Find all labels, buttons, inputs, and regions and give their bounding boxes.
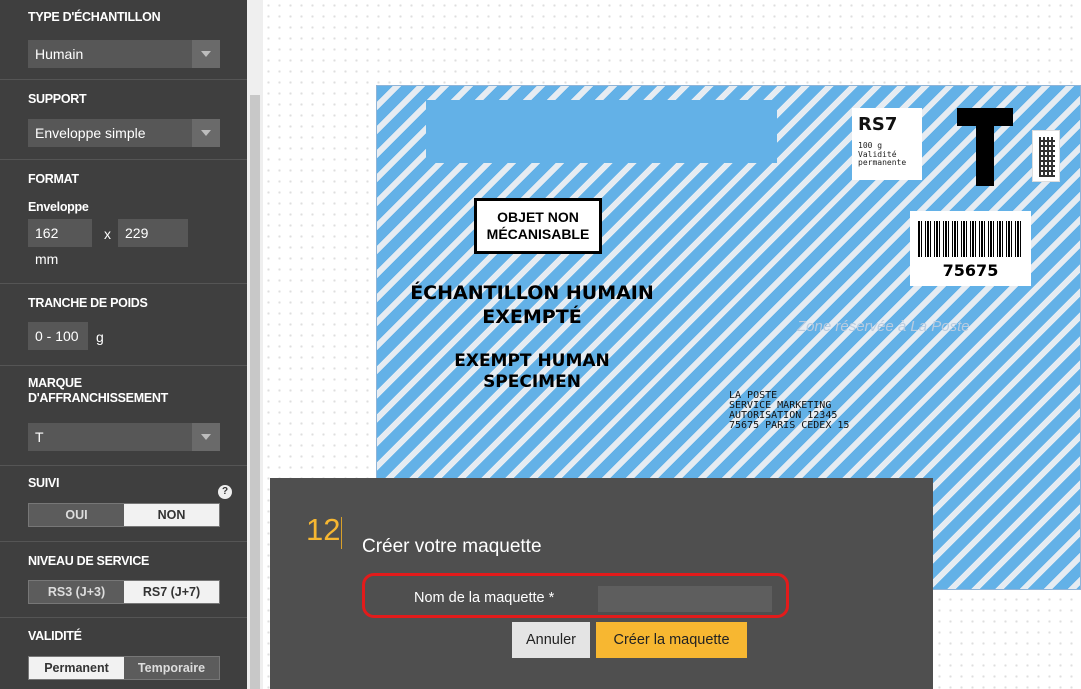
datamatrix-code xyxy=(1032,130,1060,182)
franking-value: T xyxy=(35,429,44,445)
tracking-option-oui[interactable]: OUI xyxy=(29,504,124,526)
validity-toggle: Permanent Temporaire xyxy=(28,656,220,680)
sample-type-section: TYPE D'ÉCHANTILLON Humain xyxy=(0,0,247,80)
format-title: FORMAT xyxy=(28,172,79,186)
recipient-address: LA POSTE SERVICE MARKETING AUTORISATION … xyxy=(729,390,850,431)
cancel-button[interactable]: Annuler xyxy=(512,622,590,658)
mockup-name-label: Nom de la maquette * xyxy=(414,590,555,606)
service-section: NIVEAU DE SERVICE RS3 (J+3) RS7 (J+7) xyxy=(0,542,247,618)
validity-title: VALIDITÉ xyxy=(28,629,82,643)
reserved-zone-text: Zone réservée à La Poste xyxy=(797,318,970,335)
service-toggle: RS3 (J+3) RS7 (J+7) xyxy=(28,580,220,604)
french-specimen-label: ÉCHANTILLON HUMAIN EXEMPTÉ xyxy=(387,281,677,329)
weight-title: TRANCHE DE POIDS xyxy=(28,296,148,310)
validity-section: VALIDITÉ Permanent Temporaire xyxy=(0,618,247,689)
chevron-down-icon xyxy=(192,423,220,451)
validity-option-temporaire[interactable]: Temporaire xyxy=(124,657,219,679)
t-franking-mark xyxy=(957,108,1013,186)
franking-select[interactable]: T xyxy=(28,423,220,451)
create-mockup-button[interactable]: Créer la maquette xyxy=(596,622,747,658)
tracking-title: SUIVI xyxy=(28,476,60,490)
help-icon[interactable]: ? xyxy=(218,485,232,499)
sample-type-value: Humain xyxy=(35,46,84,62)
objet-non-mecanisable-box: OBJET NON MÉCANISABLE xyxy=(474,198,602,254)
french-line2: EXEMPTÉ xyxy=(482,306,582,328)
step-number: 12 xyxy=(306,512,344,549)
service-option-rs3[interactable]: RS3 (J+3) xyxy=(29,581,124,603)
english-specimen-label: EXEMPT HUMAN SPECIMEN xyxy=(387,351,677,393)
sidebar: TYPE D'ÉCHANTILLON Humain SUPPORT Envelo… xyxy=(0,0,247,689)
format-section: FORMAT Enveloppe 162 x 229 mm xyxy=(0,160,247,284)
format-separator: x xyxy=(104,226,111,242)
tracking-option-non[interactable]: NON xyxy=(124,504,219,526)
weight-input[interactable]: 0 - 100 xyxy=(28,322,88,350)
support-select[interactable]: Enveloppe simple xyxy=(28,119,220,147)
rs7-details: 100 g Validité permanente xyxy=(858,141,907,167)
validity-option-permanent[interactable]: Permanent xyxy=(29,657,124,679)
datamatrix-pattern xyxy=(1039,137,1055,177)
format-width-input[interactable]: 162 xyxy=(28,219,92,247)
sample-type-title: TYPE D'ÉCHANTILLON xyxy=(28,10,161,24)
english-line2: SPECIMEN xyxy=(483,372,581,392)
sidebar-scrollbar[interactable] xyxy=(247,0,263,689)
chevron-down-icon xyxy=(192,40,220,68)
sample-type-select[interactable]: Humain xyxy=(28,40,220,68)
service-option-rs7[interactable]: RS7 (J+7) xyxy=(124,581,219,603)
support-section: SUPPORT Enveloppe simple xyxy=(0,80,247,160)
chevron-down-icon xyxy=(192,119,220,147)
scrollbar-thumb[interactable] xyxy=(250,95,260,689)
format-subtitle: Enveloppe xyxy=(28,200,89,214)
barcode: 75675 xyxy=(910,211,1031,286)
objet-line2: MÉCANISABLE xyxy=(486,226,590,242)
support-value: Enveloppe simple xyxy=(35,125,146,141)
tracking-section: SUIVI ? OUI NON xyxy=(0,466,247,542)
t-mark-stem xyxy=(976,108,994,186)
dialog-title: Créer votre maquette xyxy=(362,536,542,557)
create-mockup-dialog: 12 Créer votre maquette Nom de la maquet… xyxy=(270,478,933,689)
barcode-bars xyxy=(918,221,1023,257)
address-window xyxy=(426,100,777,163)
weight-section: TRANCHE DE POIDS 0 - 100 g xyxy=(0,284,247,366)
barcode-number: 75675 xyxy=(942,261,999,280)
french-line1: ÉCHANTILLON HUMAIN xyxy=(410,282,654,304)
franking-section: MARQUE D'AFFRANCHISSEMENT T xyxy=(0,366,247,466)
rs7-indicia: RS7 100 g Validité permanente xyxy=(852,108,922,180)
tracking-toggle: OUI NON xyxy=(28,503,220,527)
objet-line1: OBJET NON xyxy=(497,209,579,225)
rs7-label: RS7 xyxy=(858,114,898,135)
english-line1: EXEMPT HUMAN xyxy=(454,351,610,371)
franking-title: MARQUE D'AFFRANCHISSEMENT xyxy=(28,376,168,405)
support-title: SUPPORT xyxy=(28,92,87,106)
format-height-input[interactable]: 229 xyxy=(118,219,188,247)
mockup-name-input[interactable] xyxy=(598,586,772,612)
weight-unit: g xyxy=(96,329,104,345)
service-title: NIVEAU DE SERVICE xyxy=(28,554,150,568)
format-unit: mm xyxy=(35,251,59,267)
